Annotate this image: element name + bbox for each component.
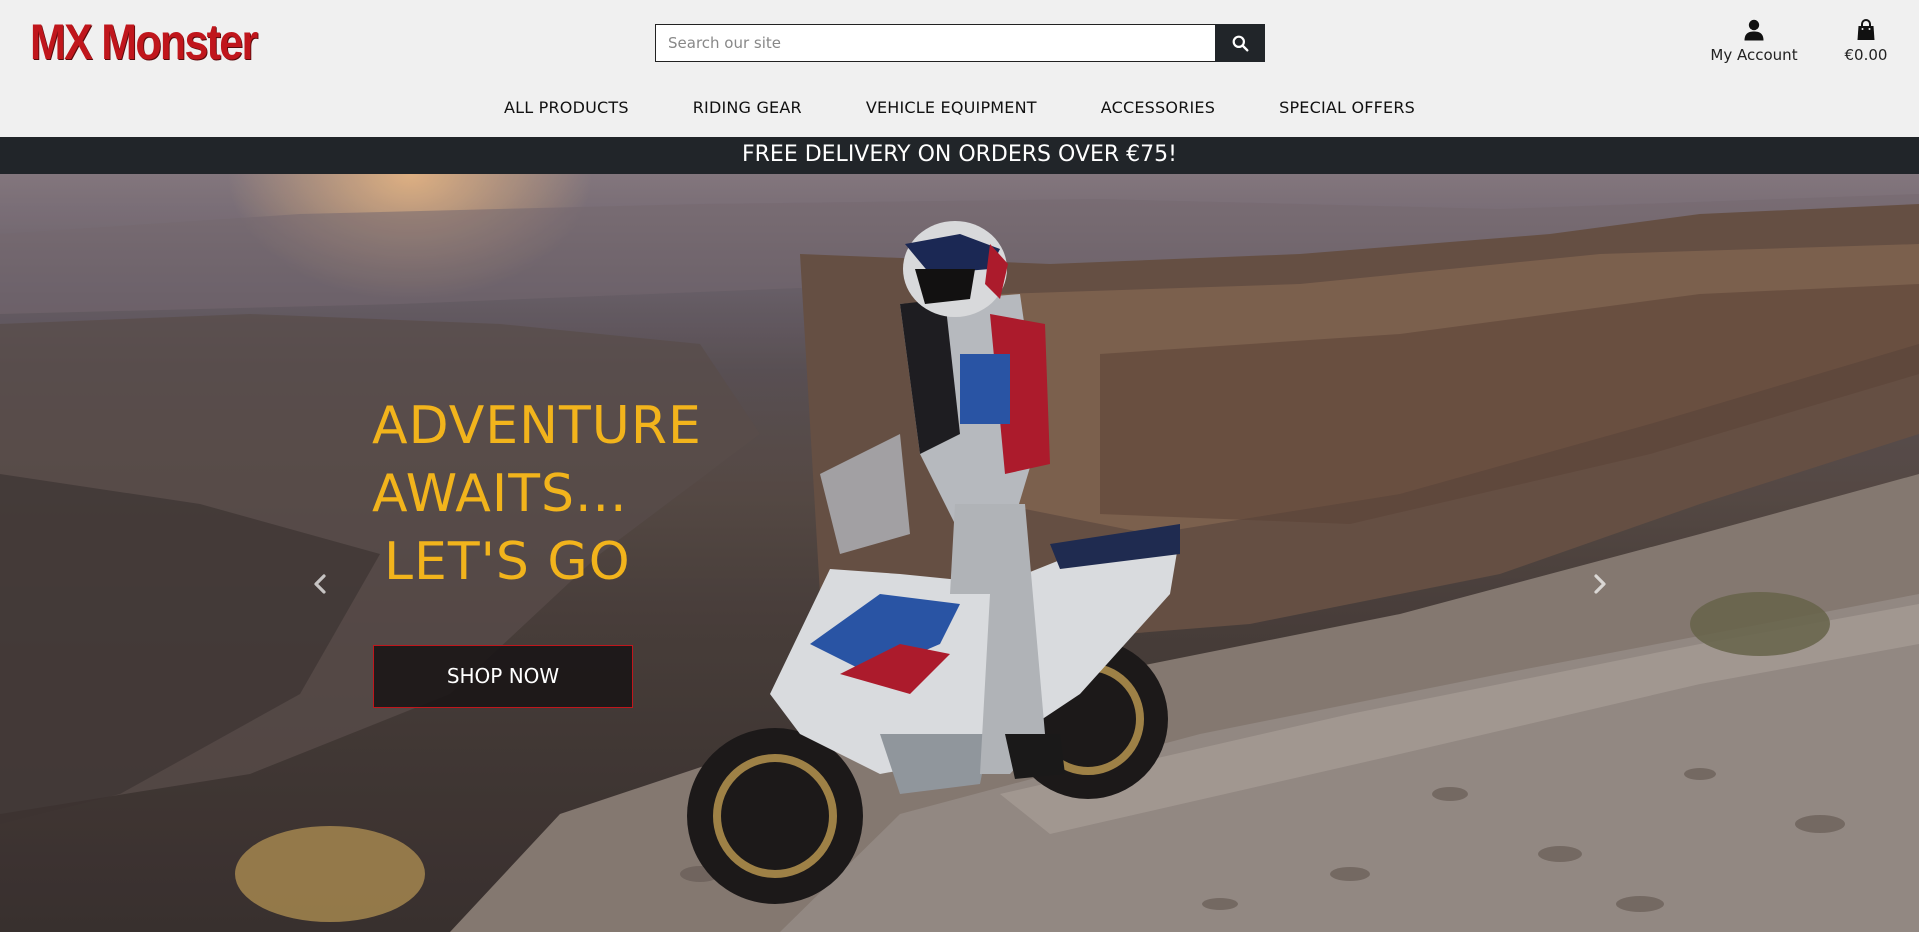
hero-background-image — [0, 174, 1919, 932]
hero-headline-line-3: LET'S GO — [384, 532, 631, 592]
nav-item-vehicle-equipment[interactable]: VEHICLE EQUIPMENT — [834, 96, 1069, 120]
cart-total: €0.00 — [1844, 46, 1888, 64]
search-form — [655, 24, 1265, 62]
nav-item-all-products[interactable]: ALL PRODUCTS — [472, 96, 661, 120]
nav-item-accessories[interactable]: ACCESSORIES — [1069, 96, 1247, 120]
my-account-link[interactable]: My Account — [1700, 18, 1808, 65]
delivery-banner: FREE DELIVERY ON ORDERS OVER €75! — [0, 137, 1919, 174]
shop-now-button[interactable]: SHOP NOW — [373, 645, 633, 708]
brand-logo[interactable]: MX Monster — [30, 14, 258, 70]
my-account-label: My Account — [1710, 46, 1798, 64]
chevron-left-icon — [314, 574, 326, 594]
main-nav: ALL PRODUCTS RIDING GEAR VEHICLE EQUIPME… — [0, 96, 1919, 120]
carousel-next-button[interactable] — [1585, 564, 1615, 604]
carousel-prev-button[interactable] — [305, 564, 335, 604]
search-icon — [1232, 35, 1248, 51]
search-input[interactable] — [655, 24, 1215, 62]
site-header: MX Monster My Account €0.00 ALL PRODUCTS… — [0, 0, 1919, 137]
shopping-bag-icon — [1857, 19, 1875, 40]
chevron-right-icon — [1594, 574, 1606, 594]
nav-item-riding-gear[interactable]: RIDING GEAR — [661, 96, 834, 120]
hero-headline: ADVENTURE AWAITS... LET'S GO — [372, 392, 702, 596]
cart-link[interactable]: €0.00 — [1836, 18, 1896, 65]
search-button[interactable] — [1215, 24, 1265, 62]
hero-headline-line-1: ADVENTURE — [372, 396, 702, 456]
nav-item-special-offers[interactable]: SPECIAL OFFERS — [1247, 96, 1447, 120]
user-icon — [1744, 19, 1764, 41]
hero-headline-line-2: AWAITS... — [372, 464, 628, 524]
hero-carousel: ADVENTURE AWAITS... LET'S GO SHOP NOW — [0, 174, 1919, 932]
